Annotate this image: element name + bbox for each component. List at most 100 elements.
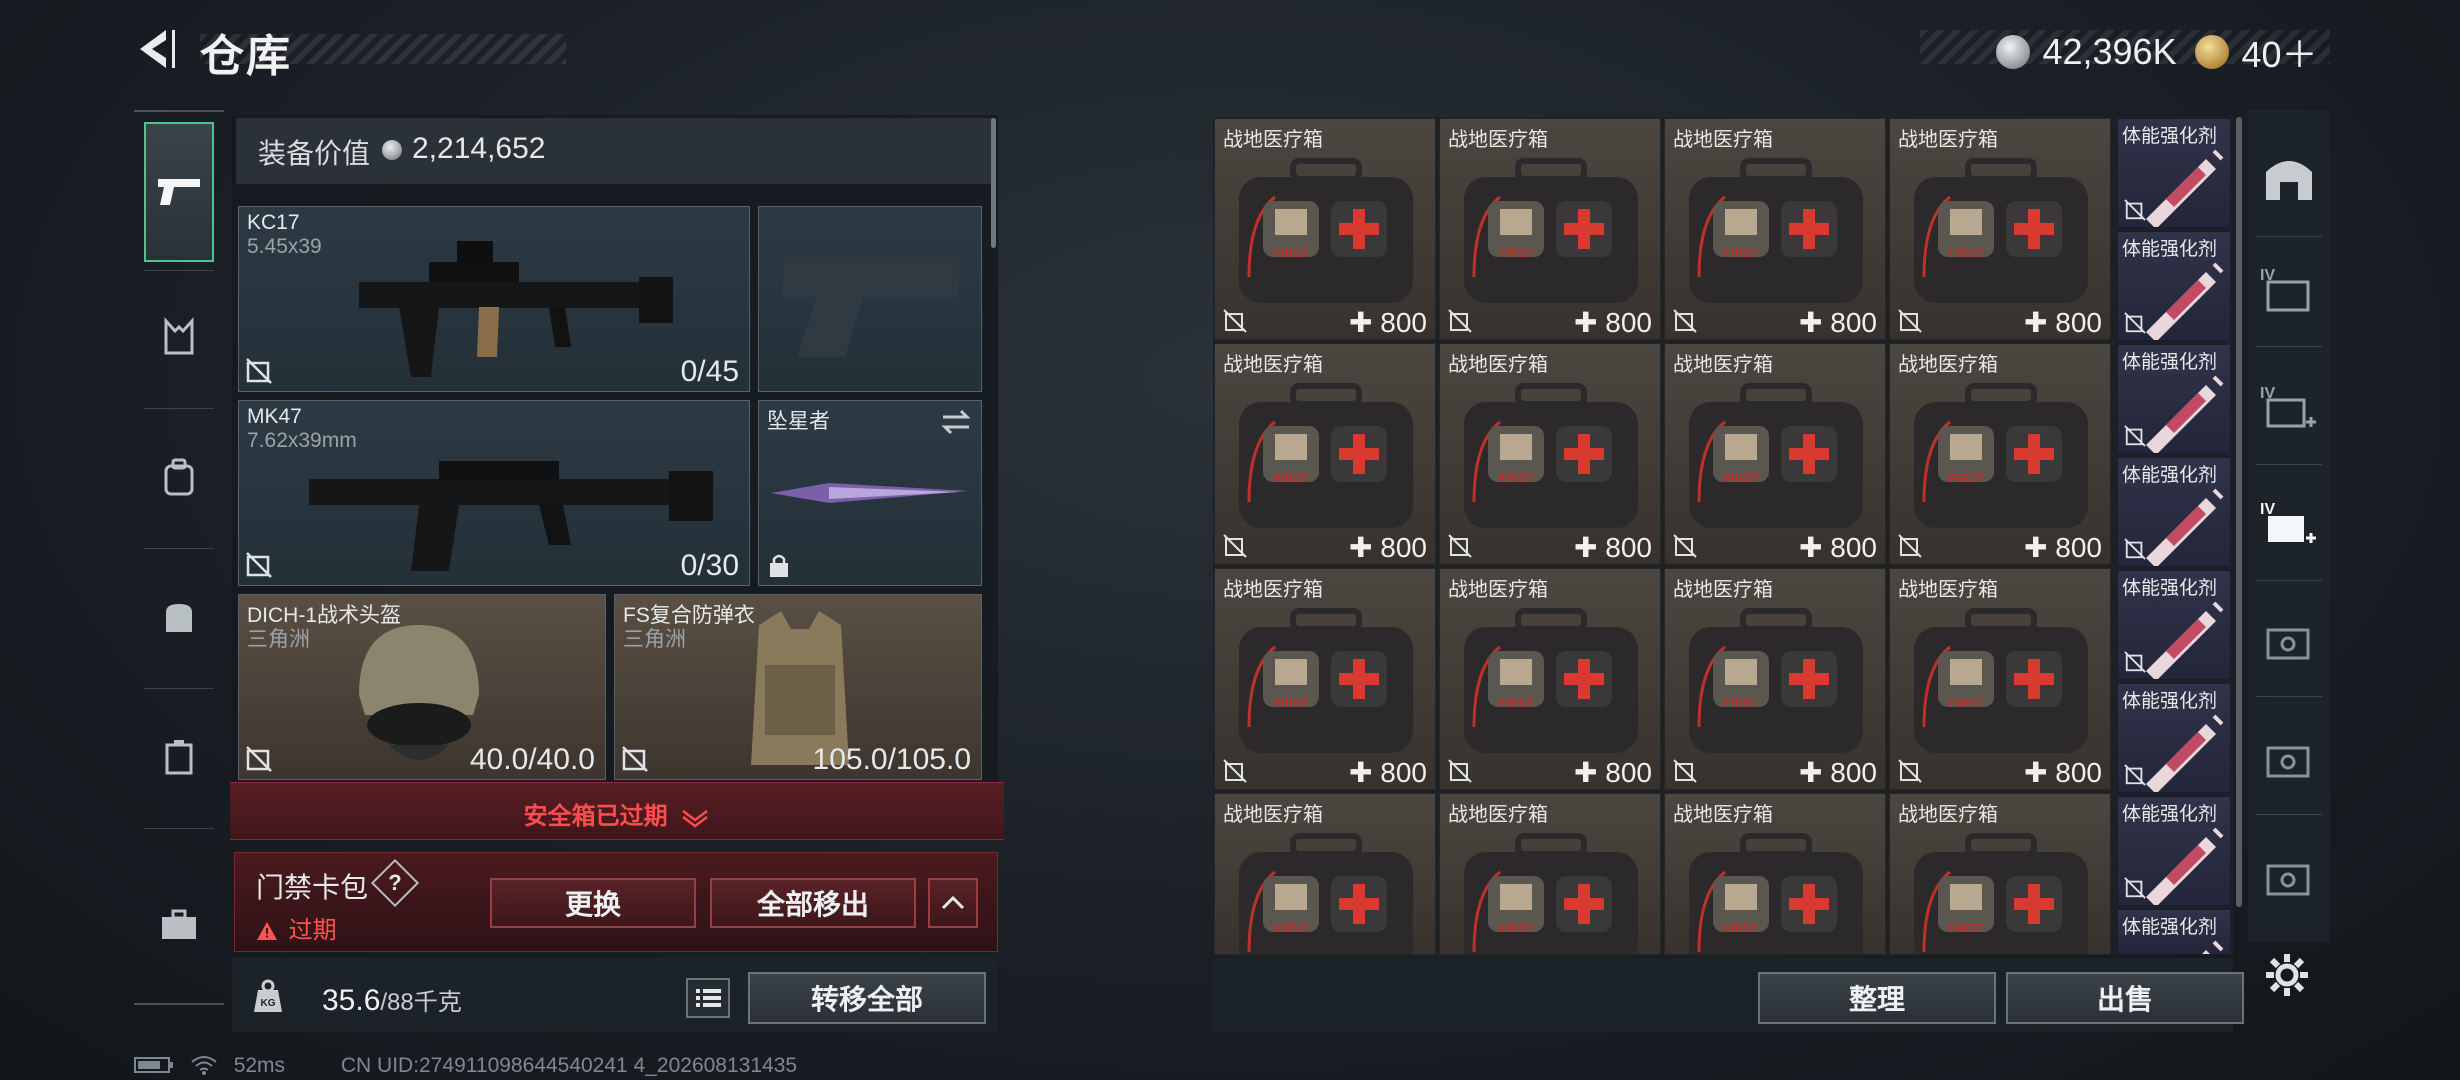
uid-text: CN UID:274911098644540241 4_202608131435 [340, 1054, 798, 1077]
stash-scrollbar[interactable] [2236, 117, 2242, 907]
first-aid-kit-icon: FIRST [1464, 833, 1638, 954]
ammo-count: 0/45 [680, 355, 739, 388]
plus-icon: ✚ [1574, 307, 1606, 338]
stash-item-medkit[interactable]: 战地医疗箱 FIRST [1889, 793, 2111, 955]
stash-item-stimulant[interactable]: 体能强化剂 [2117, 683, 2231, 793]
expand-up-button[interactable] [928, 878, 978, 928]
stash-item-medkit[interactable]: 战地医疗箱 FIRST ✚ 800 [1889, 118, 2111, 340]
no-insure-icon [2124, 312, 2146, 334]
tidy-button[interactable]: 整理 [1758, 972, 1996, 1024]
stash-tab-ammo-2[interactable] [2258, 728, 2320, 790]
melee-slot[interactable]: 坠星者 [758, 400, 982, 586]
stash-tab-4[interactable]: IV [2258, 260, 2320, 322]
stash-item-medkit[interactable]: 战地医疗箱 FIRST ✚ 800 [1214, 568, 1436, 790]
item-quantity-value: 800 [1830, 307, 1877, 338]
stash-item-stimulant[interactable]: 体能强化剂 [2117, 570, 2231, 680]
transfer-all-button[interactable]: 转移全部 [748, 972, 986, 1024]
stash-item-medkit[interactable]: 战地医疗箱 FIRST [1439, 793, 1661, 955]
weight-max: /88千克 [380, 989, 462, 1016]
list-view-button[interactable] [686, 978, 730, 1018]
plus-icon: ✚ [1574, 532, 1606, 563]
primary-weapon-slot[interactable]: KC17 5.45x39 0/45 [238, 206, 750, 392]
item-name: 战地医疗箱 [1673, 579, 1773, 601]
item-name: 体能强化剂 [2122, 804, 2218, 825]
no-insure-icon [246, 746, 272, 772]
stash-item-medkit[interactable]: 战地医疗箱 FIRST ✚ 800 [1664, 568, 1886, 790]
item-name: 体能强化剂 [2122, 126, 2218, 147]
stash-tab-ammo-3[interactable] [2258, 846, 2320, 908]
weight-readout: 35.6/88千克 [322, 982, 462, 1018]
armor-slot[interactable]: FS复合防弹衣 三角洲 105.0/105.0 [614, 594, 982, 780]
stash-item-stimulant[interactable]: 体能强化剂 [2117, 344, 2231, 454]
swap-icon[interactable] [939, 409, 973, 435]
item-quantity-value: 800 [1830, 532, 1877, 563]
remove-all-button[interactable]: 全部移出 [710, 878, 916, 928]
no-insure-icon [1223, 534, 1247, 558]
svg-text:FIRST: FIRST [1499, 696, 1534, 710]
replace-button[interactable]: 更换 [490, 878, 696, 928]
stash-item-stimulant[interactable]: 体能强化剂 [2117, 118, 2231, 228]
nav-weapons[interactable] [144, 122, 214, 262]
nav-case[interactable] [144, 722, 214, 792]
item-name: 战地医疗箱 [1448, 354, 1548, 376]
plus-icon: ✚ [2024, 757, 2056, 788]
ammo-box-icon [2266, 746, 2310, 778]
no-insure-icon [2124, 877, 2146, 899]
lock-icon [770, 554, 788, 577]
sell-button[interactable]: 出售 [2006, 972, 2244, 1024]
stash-item-stimulant[interactable]: 体能强化剂 [2117, 231, 2231, 341]
weapon-name: MK47 [247, 405, 302, 428]
item-quantity-value: 800 [1380, 757, 1427, 788]
stash-tab-medical-active[interactable]: IV [2258, 494, 2320, 556]
pistol-placeholder-icon [783, 257, 959, 357]
item-name: 战地医疗箱 [1223, 804, 1323, 826]
item-name: 战地医疗箱 [1673, 804, 1773, 826]
item-quantity-value: 800 [1605, 757, 1652, 788]
syringe-icon [2146, 149, 2224, 227]
no-insure-icon [1673, 759, 1697, 783]
stash-item-medkit[interactable]: 战地医疗箱 FIRST ✚ 800 [1664, 343, 1886, 565]
item-name: 战地医疗箱 [1898, 129, 1998, 151]
stash-item-medkit[interactable]: 战地医疗箱 FIRST ✚ 800 [1439, 568, 1661, 790]
equipment-scrollbar[interactable] [991, 118, 996, 248]
stash-item-medkit[interactable]: 战地医疗箱 FIRST ✚ 800 [1889, 343, 2111, 565]
stash-item-medkit[interactable]: 战地医疗箱 FIRST ✚ 800 [1214, 343, 1436, 565]
stash-item-stimulant[interactable]: 体能强化剂 [2117, 909, 2231, 955]
stash-item-medkit[interactable]: 战地医疗箱 FIRST [1214, 793, 1436, 955]
stash-item-medkit[interactable]: 战地医疗箱 FIRST [1664, 793, 1886, 955]
stash-item-medkit[interactable]: 战地医疗箱 FIRST ✚ 800 [1889, 568, 2111, 790]
stash-tab-ammo-1[interactable] [2258, 610, 2320, 672]
stash-tab-nav: IV IV IV [2248, 110, 2330, 942]
stash-item-stimulant[interactable]: 体能强化剂 [2117, 796, 2231, 906]
stash-item-stimulant[interactable]: 体能强化剂 [2117, 457, 2231, 567]
back-arrow-icon[interactable] [132, 26, 178, 72]
stash-tab-main[interactable] [2258, 148, 2320, 210]
plus-icon: ✚ [1799, 532, 1831, 563]
settings-gear-icon[interactable] [2262, 950, 2312, 1000]
stash-item-medkit[interactable]: 战地医疗箱 FIRST ✚ 800 [1214, 118, 1436, 340]
no-insure-icon [246, 552, 272, 578]
nav-chest-rig[interactable] [144, 302, 214, 372]
stash-item-medkit[interactable]: 战地医疗箱 FIRST ✚ 800 [1664, 118, 1886, 340]
help-icon[interactable]: ? [378, 866, 412, 900]
svg-text:FIRST: FIRST [1499, 471, 1534, 485]
secondary-weapon-slot[interactable]: MK47 7.62x39mm 0/30 [238, 400, 750, 586]
nav-backpack[interactable] [144, 442, 214, 512]
helmet-slot[interactable]: DICH-1战术头盔 三角洲 40.0/40.0 [238, 594, 606, 780]
stash-item-medkit[interactable]: 战地医疗箱 FIRST ✚ 800 [1439, 343, 1661, 565]
svg-text:FIRST: FIRST [1724, 246, 1759, 260]
first-aid-kit-icon: FIRST [1239, 383, 1413, 528]
stash-tab-medical-4[interactable]: IV [2258, 378, 2320, 440]
svg-text:KG: KG [261, 998, 276, 1009]
first-aid-kit-icon: FIRST [1914, 158, 2088, 303]
item-quantity: ✚ 800 [1349, 306, 1427, 339]
sidearm-slot[interactable] [758, 206, 982, 392]
nav-toolbox[interactable] [144, 890, 214, 960]
svg-text:FIRST: FIRST [1274, 246, 1309, 260]
stash-item-medkit[interactable]: 战地医疗箱 FIRST ✚ 800 [1439, 118, 1661, 340]
syringe-icon [2146, 488, 2224, 566]
case-icon [165, 740, 193, 775]
gold-amount[interactable]: 40＋ [2241, 34, 2317, 75]
nav-bag[interactable] [144, 582, 214, 652]
plus-icon: ✚ [1799, 307, 1831, 338]
